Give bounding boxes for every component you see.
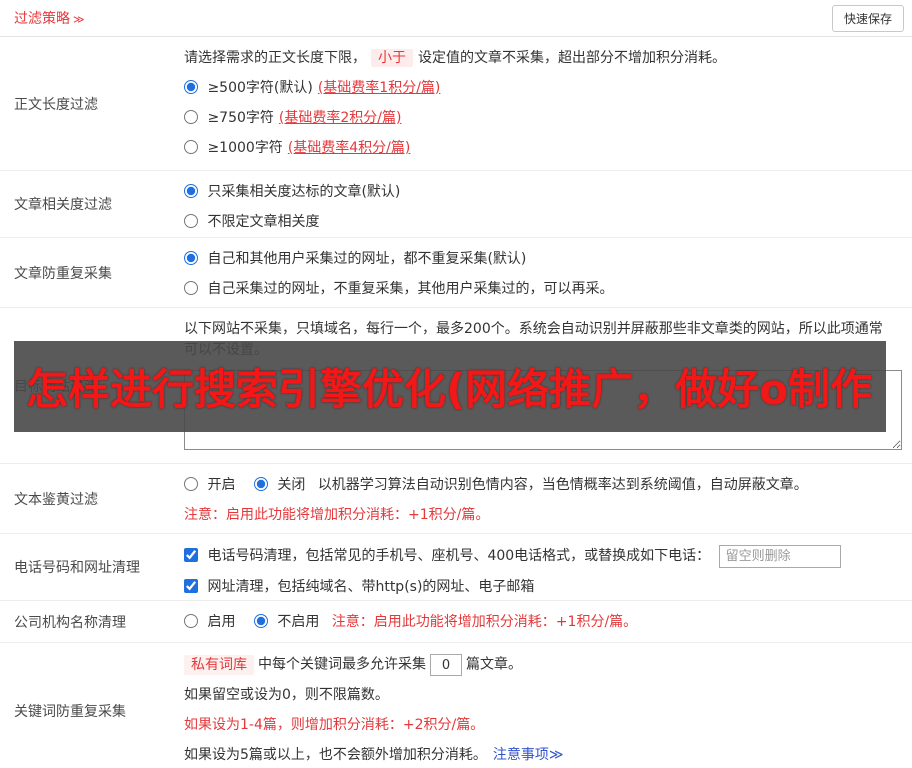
porn-filter-description: 以机器学习算法自动识别色情内容，当色情概率达到系统阈值，自动屏蔽文章。 [317, 477, 808, 493]
section-dedupe: 文章防重复采集 自己和其他用户采集过的网址，都不重复采集(默认) 自己采集过的网… [0, 238, 912, 308]
radio-porn-off[interactable] [253, 477, 268, 491]
radio-label-porn-off: 关闭 [277, 477, 306, 493]
radio-relevance-any[interactable] [184, 214, 198, 228]
checkbox-label-phone: 电话号码清理，包括常见的手机号、座机号、400电话格式，或替换成如下电话： [207, 548, 711, 564]
section-target-site-filter: 目标网站过滤 以下网站不采集，只填域名，每行一个，最多200个。系统会自动识别并… [0, 308, 912, 464]
checkbox-option-url-cleanup[interactable]: 网址清理，包括纯域名、带http(s)的网址、电子邮箱 [184, 579, 534, 595]
radio-label-dedupe-own: 自己采集过的网址，不重复采集，其他用户采集过的，可以再采。 [207, 281, 614, 297]
keyword-line1-mid: 中每个关键词最多允许采集 [258, 656, 426, 673]
radio-label-750: ≥750字符 [207, 110, 274, 126]
section-relevance-filter: 文章相关度过滤 只采集相关度达标的文章(默认) 不限定文章相关度 [0, 171, 912, 238]
radio-1000-chars[interactable] [184, 140, 198, 154]
section-porn-filter: 文本鉴黄过滤 开启 关闭 以机器学习算法自动识别色情内容，当色情概率达到系统阈值… [0, 464, 912, 534]
blocked-sites-textarea[interactable] [184, 370, 902, 450]
radio-option-porn-on[interactable]: 开启 [184, 477, 240, 493]
checkbox-url-cleanup[interactable] [184, 579, 198, 593]
radio-label-company-off: 不启用 [277, 614, 320, 630]
keyword-line3: 如果设为1-4篇，则增加积分消耗：+2积分/篇。 [184, 717, 485, 733]
target-site-description: 以下网站不采集，只填域名，每行一个，最多200个。系统会自动识别并屏蔽那些非文章… [184, 321, 883, 358]
section-label-keyword: 关键词防重复采集 [14, 703, 126, 720]
private-lexicon-badge: 私有词库 [184, 654, 254, 675]
radio-relevance-match[interactable] [184, 184, 198, 198]
section-length-filter: 正文长度过滤 请选择需求的正文长度下限， 小于 设定值的文章不采集，超出部分不增加积… [0, 37, 912, 171]
radio-label-dedupe-all: 自己和其他用户采集过的网址，都不重复采集(默认) [207, 251, 527, 267]
radio-label-company-on: 启用 [207, 614, 236, 630]
radio-option-500-chars[interactable]: ≥500字符(默认) (基础费率1积分/篇) [184, 80, 440, 96]
section-label-porn: 文本鉴黄过滤 [14, 491, 98, 508]
radio-option-750-chars[interactable]: ≥750字符 (基础费率2积分/篇) [184, 110, 401, 126]
section-keyword-dedupe: 关键词防重复采集 私有词库中每个关键词最多允许采集 篇文章。 如果留空或设为0，则… [0, 643, 912, 768]
radio-dedupe-all[interactable] [184, 251, 198, 265]
radio-option-company-off[interactable]: 不启用 [253, 614, 324, 630]
radio-option-porn-off[interactable]: 关闭 [253, 477, 310, 493]
keyword-line1-end: 篇文章。 [466, 656, 522, 673]
radio-500-chars[interactable] [184, 80, 198, 94]
length-intro-pre: 请选择需求的正文长度下限， [184, 50, 366, 66]
radio-label-relevance-match: 只采集相关度达标的文章(默认) [207, 184, 401, 200]
section-company-cleanup: 公司机构名称清理 启用 不启用 注意：启用此功能将增加积分消耗：+1积分/篇。 [0, 601, 912, 643]
radio-option-dedupe-own[interactable]: 自己采集过的网址，不重复采集，其他用户采集过的，可以再采。 [184, 281, 613, 297]
less-than-highlight: 小于 [371, 49, 413, 67]
section-label-relevance: 文章相关度过滤 [14, 197, 112, 213]
radio-label-relevance-any: 不限定文章相关度 [207, 214, 320, 230]
checkbox-phone-cleanup[interactable] [184, 548, 198, 562]
checkbox-label-url: 网址清理，包括纯域名、带http(s)的网址、电子邮箱 [207, 579, 535, 595]
topbar: 过滤策略 ≫ 快速保存 [0, 0, 912, 37]
length-intro: 请选择需求的正文长度下限， 小于 设定值的文章不采集，超出部分不增加积分消耗。 [184, 48, 902, 69]
radio-option-1000-chars[interactable]: ≥1000字符 (基础费率4积分/篇) [184, 140, 410, 156]
section-label-phone-url: 电话号码和网址清理 [14, 560, 140, 576]
radio-company-off[interactable] [253, 614, 268, 628]
porn-filter-note: 注意：启用此功能将增加积分消耗：+1积分/篇。 [184, 507, 490, 523]
radio-option-relevance-any[interactable]: 不限定文章相关度 [184, 214, 319, 230]
fee-rate-1: (基础费率1积分/篇) [317, 80, 441, 96]
filter-strategy-page: 过滤策略 ≫ 快速保存 正文长度过滤 请选择需求的正文长度下限， 小于 设定值的文章不… [0, 0, 912, 768]
page-title: 过滤策略 [14, 11, 70, 27]
radio-option-company-on[interactable]: 启用 [184, 614, 240, 630]
radio-company-on[interactable] [184, 614, 198, 628]
keyword-line2: 如果留空或设为0，则不限篇数。 [184, 687, 389, 703]
radio-label-1000: ≥1000字符 [207, 140, 283, 156]
section-label-company: 公司机构名称清理 [14, 614, 126, 631]
radio-option-dedupe-all[interactable]: 自己和其他用户采集过的网址，都不重复采集(默认) [184, 251, 526, 267]
replacement-phone-input[interactable] [718, 545, 841, 568]
length-intro-post: 设定值的文章不采集，超出部分不增加积分消耗。 [418, 50, 726, 66]
radio-dedupe-own[interactable] [184, 281, 198, 295]
chevron-down-icon: ≫ [73, 13, 85, 26]
radio-porn-on[interactable] [184, 477, 198, 491]
section-label-length: 正文长度过滤 [14, 96, 98, 113]
quick-save-button[interactable]: 快速保存 [831, 4, 904, 32]
fee-rate-2: (基础费率2积分/篇) [278, 110, 402, 126]
section-label-dedupe: 文章防重复采集 [14, 265, 112, 282]
radio-label-500: ≥500字符(默认) [207, 80, 313, 96]
checkbox-option-phone-cleanup[interactable]: 电话号码清理，包括常见的手机号、座机号、400电话格式，或替换成如下电话： [184, 548, 715, 564]
section-label-target-site: 目标网站过滤 [14, 378, 98, 395]
notice-link[interactable]: 注意事项≫ [493, 747, 564, 763]
section-phone-url-cleanup: 电话号码和网址清理 电话号码清理，包括常见的手机号、座机号、400电话格式，或替… [0, 534, 912, 601]
radio-750-chars[interactable] [184, 110, 198, 124]
company-cleanup-note: 注意：启用此功能将增加积分消耗：+1积分/篇。 [331, 614, 638, 630]
filter-strategy-toggle[interactable]: 过滤策略 ≫ [14, 8, 85, 28]
max-articles-input[interactable] [430, 654, 462, 676]
radio-label-porn-on: 开启 [207, 477, 236, 493]
fee-rate-4: (基础费率4积分/篇) [287, 140, 411, 156]
radio-option-relevance-match[interactable]: 只采集相关度达标的文章(默认) [184, 184, 400, 200]
keyword-line4: 如果设为5篇或以上，也不会额外增加积分消耗。 [184, 747, 487, 763]
